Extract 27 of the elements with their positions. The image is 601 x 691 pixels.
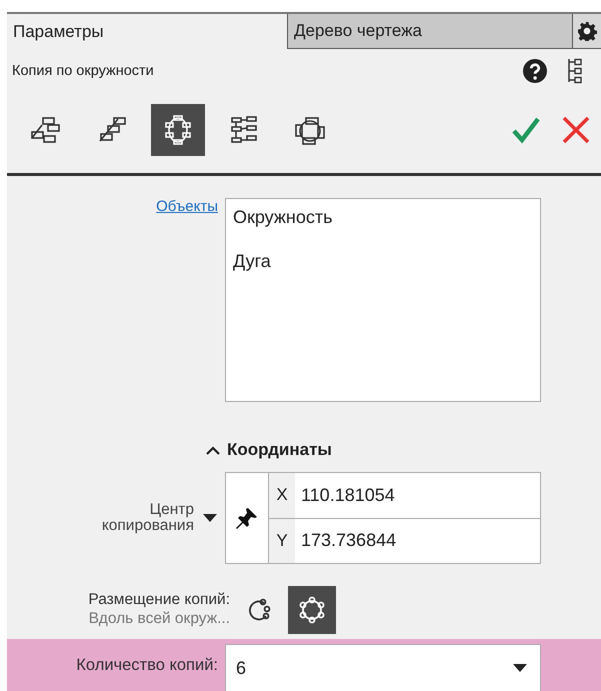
coordinates-section-toggle[interactable]: Координаты [205, 440, 332, 460]
caret-icon[interactable] [202, 513, 218, 523]
x-input[interactable]: 110.181054 [295, 484, 540, 506]
y-input[interactable]: 173.736844 [295, 530, 540, 552]
operation-title: Копия по окружности [12, 63, 155, 79]
axis-label: Y [269, 518, 295, 563]
count-label: Количество копий: [76, 655, 218, 676]
caret-icon [512, 663, 528, 673]
panel-tab[interactable]: Дерево чертежа [287, 14, 572, 49]
object-item[interactable]: Окружность [233, 207, 533, 251]
placement-label: Размещение копий: [88, 591, 230, 610]
center-label: Центр копирования [100, 502, 194, 534]
circle-copy-button[interactable] [151, 104, 205, 156]
close-icon[interactable] [561, 115, 591, 145]
count-dropdown[interactable]: 6 [225, 644, 541, 691]
axis-label: X [269, 473, 295, 518]
pin-icon[interactable] [235, 506, 259, 530]
objects-list[interactable]: Окружность Дуга [225, 198, 541, 402]
help-icon[interactable] [523, 59, 547, 83]
full-circle-placement-button[interactable] [288, 586, 336, 634]
settings-icon[interactable] [572, 14, 601, 49]
placement-value: Вдоль всей окруж... [88, 610, 230, 629]
chevron-icon [205, 444, 221, 456]
check-icon[interactable] [511, 115, 541, 145]
object-item[interactable]: Дуга [233, 251, 533, 295]
tree-icon[interactable] [567, 58, 583, 84]
objects-link[interactable]: Объекты [156, 198, 218, 216]
